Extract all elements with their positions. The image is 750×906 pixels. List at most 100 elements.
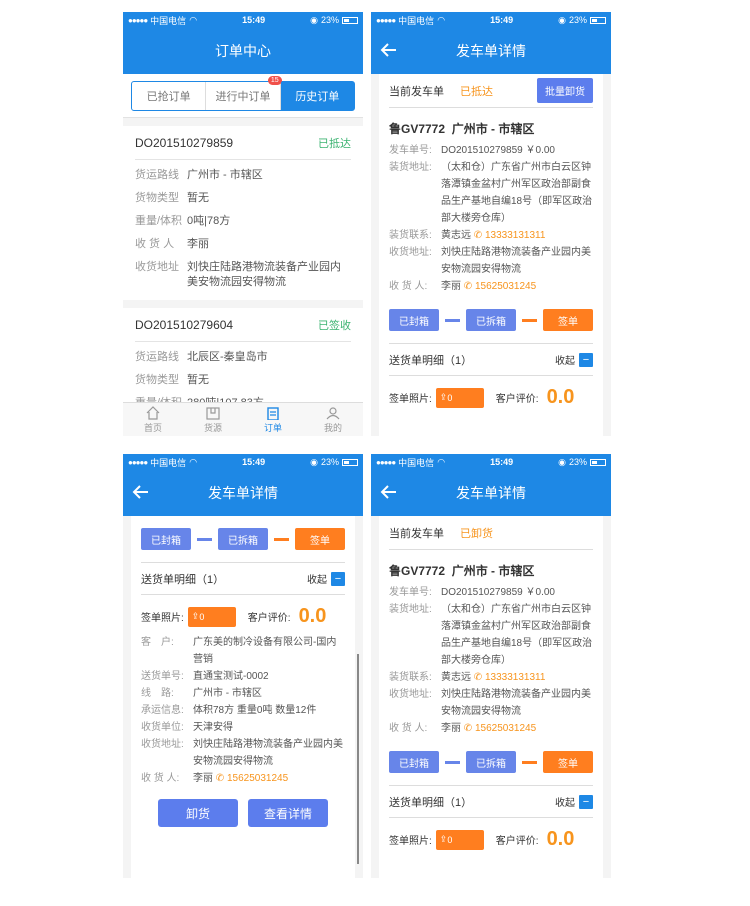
field-label: 收 货 人:	[389, 281, 428, 292]
receiver-name: 李丽	[441, 723, 461, 734]
receive-address: 刘快庄陆路港物流装备产业园内美安物流园安得物流	[441, 689, 591, 717]
upload-icon: ⇪	[439, 392, 448, 402]
contact-name: 黄志远	[441, 230, 471, 241]
photo-label: 签单照片:	[141, 613, 184, 624]
field-label: 发车单号:	[389, 145, 432, 156]
home-icon	[146, 405, 160, 420]
field-label: 发车单号:	[389, 587, 432, 598]
receiver-phone-link[interactable]: 15625031245	[475, 723, 536, 734]
tabbar-me[interactable]: 我的	[303, 403, 363, 436]
field-value: 刘快庄陆路港物流装备产业园内美安物流园安得物流	[187, 261, 341, 288]
step-signed: 签单	[543, 751, 593, 773]
battery-percent: 23%	[568, 457, 587, 467]
tabbar-source[interactable]: 货源	[183, 403, 243, 436]
step-sealed: 已封箱	[141, 528, 191, 550]
plate-number: 鲁GV7772	[389, 122, 446, 136]
battery-percent: 23%	[320, 457, 339, 467]
upload-photo-button[interactable]: ⇪ 0	[435, 387, 484, 408]
collapse-toggle[interactable]: 收起 −	[555, 352, 593, 367]
detail-content: 当前发车单 已卸货 鲁GV7772 广州市 - 市辖区 发车单号: DO20151…	[379, 516, 603, 878]
page-title: 发车单详情	[456, 43, 526, 59]
tab-grabbed[interactable]: 已抢订单	[132, 81, 207, 110]
view-detail-button[interactable]: 查看详情	[248, 799, 328, 827]
field-label: 重量/体积	[135, 215, 183, 227]
tab-history[interactable]: 历史订单	[280, 81, 354, 110]
upload-count: 0	[447, 834, 453, 845]
upload-photo-button[interactable]: ⇪ 0	[187, 606, 236, 627]
rating-value: 0.0	[298, 605, 327, 627]
batch-unload-button[interactable]: 批量卸货	[537, 78, 593, 103]
field-label: 收货单位:	[141, 722, 184, 733]
rating-label: 客户评价:	[495, 394, 539, 405]
upload-icon: ⇪	[439, 834, 448, 844]
receiver-name: 李丽	[193, 773, 213, 784]
dispatch-detail-screen: ●●●●● 中国电信 ◠ 15:49 ◉ 23% 发车单详情 当前发车单 已抵达 批量…	[371, 12, 611, 436]
tabbar-label: 订单	[263, 422, 282, 433]
clock: 15:49	[242, 15, 266, 25]
clipboard-icon	[267, 406, 279, 420]
dispatch-detail-unloaded-screen: ●●●●● 中国电信 ◠ 15:49 ◉ 23% 发车单详情 当前发车单 已卸货 鲁G…	[371, 454, 611, 878]
wifi-icon: ◠	[189, 14, 198, 25]
collapse-toggle[interactable]: 收起 −	[555, 794, 593, 809]
carrier-label: 中国电信	[150, 15, 187, 26]
battery-icon	[341, 458, 358, 466]
step-sealed: 已封箱	[389, 309, 439, 331]
tab-in-progress[interactable]: 进行中订单 15	[206, 75, 282, 110]
field-label: 送货单号:	[141, 671, 184, 682]
battery-icon	[589, 16, 606, 24]
page-title: 发车单详情	[456, 485, 526, 501]
receiver-phone-link[interactable]: 15625031245	[227, 773, 288, 784]
step-signed: 签单	[543, 309, 593, 331]
wifi-icon: ◠	[189, 456, 198, 467]
tabbar-home[interactable]: 首页	[123, 403, 183, 436]
contact-phone-link[interactable]: 13333131311	[485, 672, 545, 683]
loading-address: （太和仓）广东省广州市白云区钟落潭镇金盆村广州军区政治部副食品生产基地自编18号…	[441, 162, 593, 224]
signal-icon: ●●●●●	[376, 15, 396, 25]
field-label: 货物类型	[135, 192, 179, 204]
carrier-label: 中国电信	[398, 457, 435, 468]
carrier-label: 中国电信	[150, 457, 187, 468]
photo-label: 签单照片:	[389, 836, 432, 847]
nav-bar: 订单中心	[123, 28, 363, 74]
field-label: 线 路:	[141, 688, 174, 699]
order-card[interactable]: DO201510279859 已抵达 货运路线 广州市 - 市辖区 货物类型 暂无 重…	[123, 126, 363, 300]
back-arrow-icon[interactable]	[131, 482, 151, 502]
collapse-label: 收起	[555, 356, 575, 367]
field-label: 收货地址:	[389, 689, 432, 700]
contact-phone-link[interactable]: 13333131311	[485, 230, 545, 241]
receiver-name: 李丽	[441, 281, 461, 292]
contact-name: 黄志远	[441, 672, 471, 683]
tabbar-label: 我的	[323, 422, 342, 433]
delivery-number: 直通宝测试-0002	[193, 671, 269, 682]
collapse-label: 收起	[307, 575, 327, 586]
dispatch-number: DO201510279859 ￥0.00	[441, 587, 555, 598]
back-arrow-icon[interactable]	[379, 40, 399, 60]
field-label: 收货地址	[135, 261, 179, 273]
tab-label: 已抢订单	[146, 90, 191, 103]
tab-label: 历史订单	[295, 90, 340, 103]
scrollbar[interactable]	[357, 654, 359, 864]
signal-icon: ●●●●●	[128, 457, 148, 467]
field-label: 客 户:	[141, 637, 174, 648]
status-bar: ●●●●● 中国电信 ◠ 15:49 ◉ 23%	[371, 12, 611, 28]
step-sealed: 已封箱	[389, 751, 439, 773]
upload-count: 0	[447, 392, 453, 403]
tabbar-orders[interactable]: 订单	[243, 403, 303, 436]
status-flow: 已封箱 已拆箱 签单	[389, 751, 593, 786]
collapse-toggle[interactable]: 收起 −	[307, 571, 345, 586]
order-id: DO201510279604	[135, 317, 234, 332]
status-badge: 已抵达	[460, 85, 493, 98]
phone-icon: ✆	[463, 281, 473, 292]
unload-button[interactable]: 卸货	[158, 799, 238, 827]
alarm-icon: ◉	[310, 14, 318, 25]
field-label: 收 货 人:	[389, 723, 428, 734]
receiver-phone-link[interactable]: 15625031245	[475, 281, 536, 292]
status-badge: 已卸货	[460, 527, 493, 540]
upload-photo-button[interactable]: ⇪ 0	[435, 829, 484, 850]
field-label: 装货联系:	[389, 230, 432, 241]
order-center-screen: ●●●●● 中国电信 ◠ 15:49 ◉ 23% 订单中心 已抢订单 进行中订单 15 …	[123, 12, 363, 436]
field-value: 0吨|78方	[187, 215, 231, 227]
wifi-icon: ◠	[437, 14, 446, 25]
back-arrow-icon[interactable]	[379, 482, 399, 502]
step-unsealed: 已拆箱	[218, 528, 268, 550]
